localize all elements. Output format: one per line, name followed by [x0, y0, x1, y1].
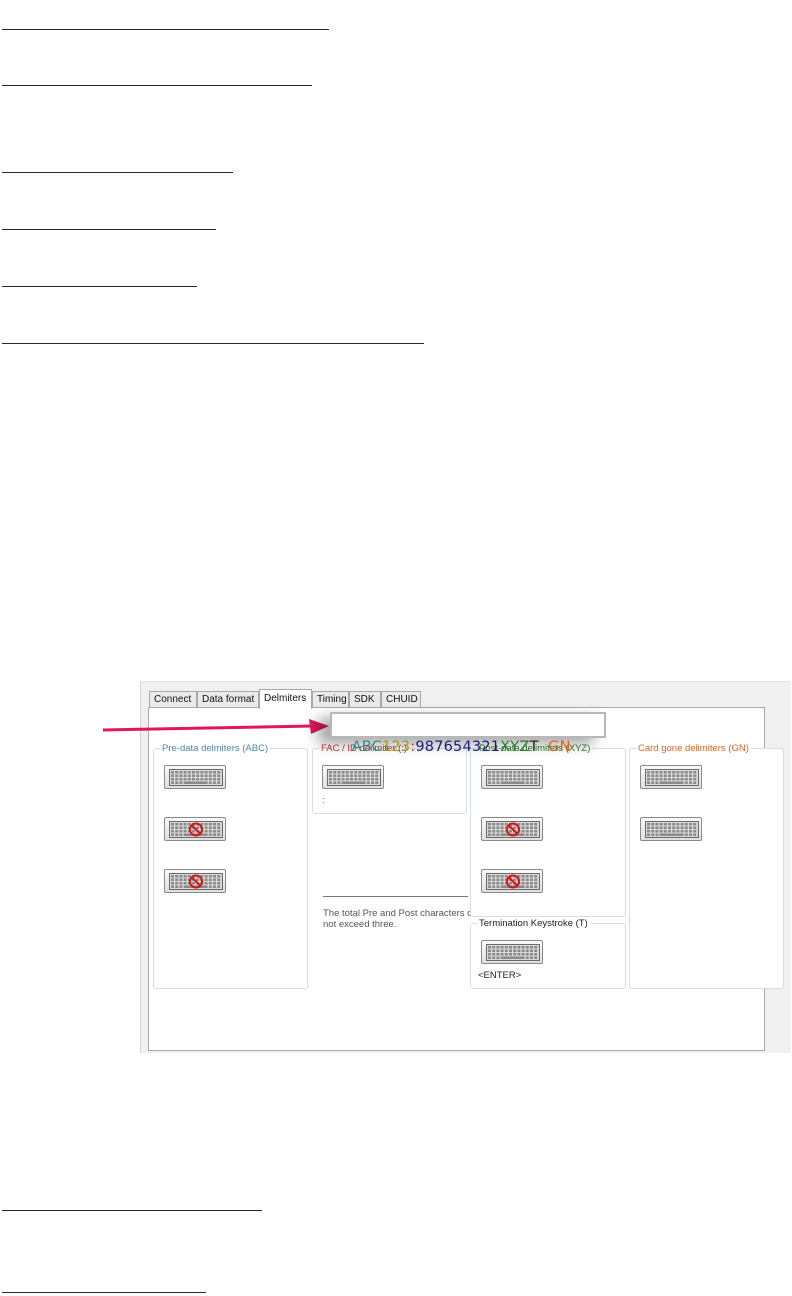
fac-delimiter-button[interactable]	[322, 765, 384, 789]
pre-data-group: Pre-data delmiters (ABC)	[153, 743, 308, 989]
post-delimiter-2-button[interactable]	[481, 817, 543, 841]
pre-post-limit-note: The total Pre and Post characters can no…	[323, 908, 483, 930]
pointer-arrow-icon	[103, 719, 329, 734]
keyboard-icon	[486, 821, 540, 838]
text-line	[2, 1210, 262, 1211]
card-gone-title: Card gone delimiters (GN)	[636, 743, 751, 754]
pre-delimiter-2-button[interactable]	[164, 817, 226, 841]
tab-data-format[interactable]: Data format	[197, 691, 259, 708]
sample-card-gone: GN	[538, 739, 571, 755]
sample-termination: T	[529, 739, 539, 755]
text-line	[2, 286, 197, 287]
keyboard-icon	[645, 821, 699, 838]
post-delimiter-3-button[interactable]	[481, 869, 543, 893]
keyboard-icon	[486, 769, 540, 786]
keyboard-icon	[327, 769, 381, 786]
tab-delimiters[interactable]: Delmiters	[259, 689, 312, 709]
text-line	[2, 29, 329, 30]
sample-pre-data: ABC	[351, 739, 382, 755]
text-line	[2, 343, 424, 344]
sample-post-data: XYZ	[500, 739, 530, 755]
sample-output-display: ABC123:987654321XYZT GN	[330, 712, 606, 755]
termination-value: <ENTER>	[478, 970, 522, 981]
card-gone-group: Card gone delimiters (GN)	[629, 743, 784, 989]
post-delimiter-1-button[interactable]	[481, 765, 543, 789]
tab-sdk[interactable]: SDK	[349, 691, 381, 708]
post-data-group: Post-data delimiters (XYZ)	[470, 743, 626, 917]
text-line	[2, 172, 233, 173]
tab-connect[interactable]: Connect	[149, 691, 197, 708]
keyboard-icon	[486, 873, 540, 890]
card-gone-2-button[interactable]	[640, 817, 702, 841]
pre-delimiter-3-button[interactable]	[164, 869, 226, 893]
text-line	[2, 229, 216, 230]
sample-fac: 123	[381, 739, 411, 755]
keyboard-icon	[169, 821, 223, 838]
keyboard-icon	[169, 873, 223, 890]
sample-id: 987654321	[415, 739, 501, 755]
termination-group: Termination Keystroke (T) <ENTER>	[470, 918, 626, 989]
termination-title: Termination Keystroke (T)	[477, 918, 590, 929]
fac-delimiter-value: :	[322, 795, 325, 806]
pre-delimiter-1-button[interactable]	[164, 765, 226, 789]
termination-keystroke-button[interactable]	[481, 940, 543, 964]
keyboard-icon	[645, 769, 699, 786]
text-line	[2, 1292, 206, 1293]
keyboard-icon	[486, 944, 540, 961]
card-gone-1-button[interactable]	[640, 765, 702, 789]
text-line	[2, 85, 312, 86]
tab-chuid[interactable]: CHUID	[381, 691, 421, 708]
delimiters-panel: Pre-data delmiters (ABC) FAC / ID delimi…	[148, 707, 784, 1051]
keyboard-icon	[169, 769, 223, 786]
pre-data-title: Pre-data delmiters (ABC)	[160, 743, 271, 754]
tab-timing[interactable]: Timing	[312, 691, 349, 708]
note-divider	[323, 896, 468, 897]
